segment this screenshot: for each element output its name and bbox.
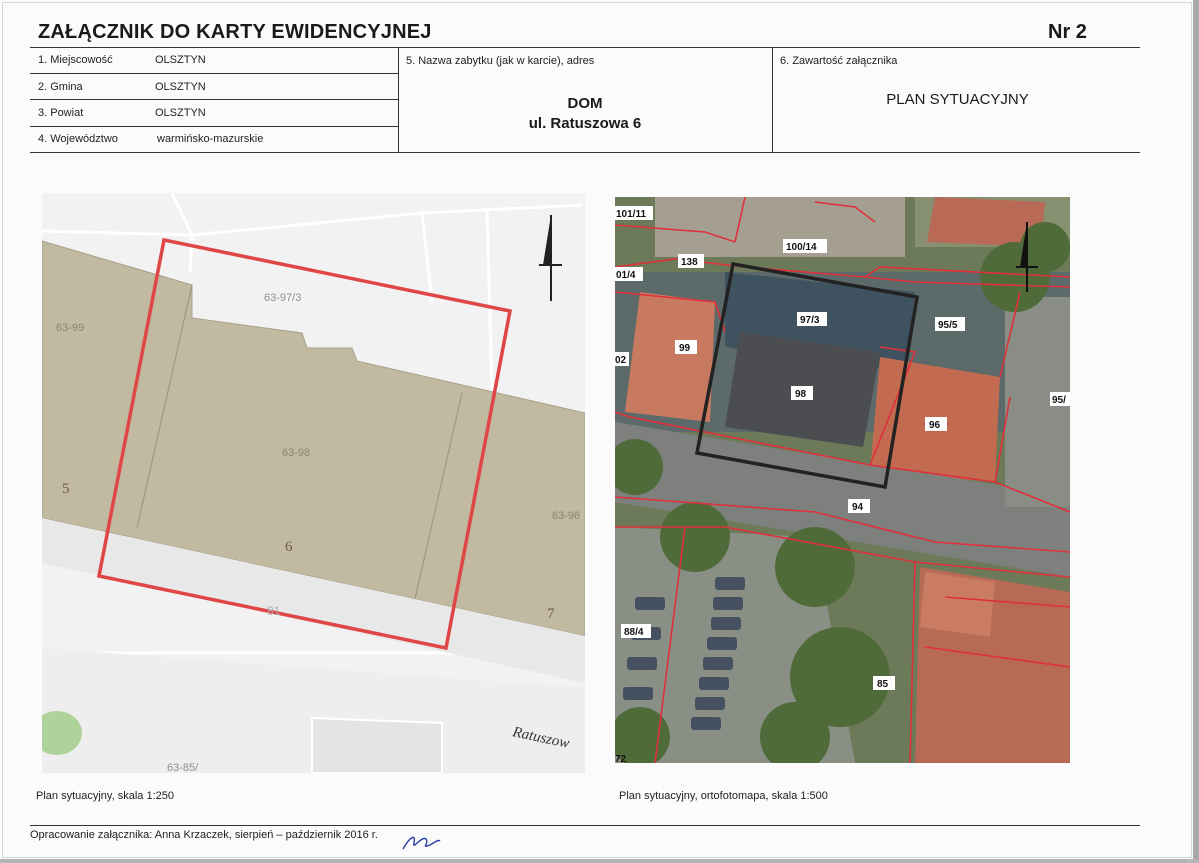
- table-top-line: [30, 47, 1140, 48]
- north-arrow-icon: [539, 215, 562, 301]
- house-number-7: 7: [547, 606, 555, 622]
- label-95-5: 95/5: [938, 320, 958, 331]
- parcel-label-63-99: 63-99: [56, 322, 84, 334]
- label-96: 96: [929, 420, 941, 431]
- monument-address: ul. Ratuszowa 6: [528, 115, 642, 132]
- label-85: 85: [877, 679, 889, 690]
- field-label-powiat: 3. Powiat: [38, 107, 84, 119]
- orthophoto-caption: Plan sytuacyjny, ortofotomapa, skala 1:5…: [619, 790, 828, 802]
- site-plan-map: 63-97/3 63-99 63-98 63-96 5 6 7 81 63-85…: [42, 193, 585, 773]
- row-divider-1: [30, 73, 398, 74]
- column-divider-2: [772, 47, 773, 153]
- house-number-5: 5: [62, 481, 70, 497]
- prepared-by: Opracowanie załącznika: Anna Krzaczek, s…: [30, 829, 378, 841]
- row-divider-2: [30, 99, 398, 100]
- document-title: ZAŁĄCZNIK DO KARTY EWIDENCYJNEJ: [38, 21, 432, 43]
- footer-line: [30, 825, 1140, 826]
- monument-label: 5. Nazwa zabytku (jak w karcie), adres: [406, 55, 595, 67]
- row-divider-3: [30, 126, 398, 127]
- label-100-14: 100/14: [786, 242, 817, 253]
- field-value-powiat: OLSZTYN: [155, 107, 206, 119]
- parcel-label-63-96: 63-96: [552, 510, 580, 522]
- attachment-number: Nr 2: [1048, 21, 1087, 43]
- parcel-label-63-98: 63-98: [282, 447, 310, 459]
- label-72: 72: [615, 754, 627, 763]
- parcel-label-63-97-3: 63-97/3: [264, 292, 301, 304]
- label-02: 02: [615, 355, 627, 366]
- signature-icon: [402, 836, 441, 850]
- label-138: 138: [681, 257, 698, 268]
- attachment-content: PLAN SYTUACYJNY: [886, 91, 1029, 108]
- label-98: 98: [795, 389, 807, 400]
- field-value-wojewodztwo: warmińsko-mazurskie: [157, 133, 264, 145]
- parcel-label-63-85: 63-85/: [167, 762, 199, 773]
- field-label-miejscowosc: 1. Miejscowość: [38, 54, 113, 66]
- site-plan-svg: 63-97/3 63-99 63-98 63-96 5 6 7 81 63-85…: [42, 193, 585, 773]
- parcel-label-81: 81: [267, 604, 281, 618]
- field-label-gmina: 2. Gmina: [38, 81, 83, 93]
- orthophoto-map: 101/11 01/4 100/14 138 97/3 95/5 99 02 9…: [615, 197, 1070, 763]
- site-plan-caption: Plan sytuacyjny, skala 1:250: [36, 790, 174, 802]
- field-label-wojewodztwo: 4. Województwo: [38, 133, 118, 145]
- page-edge: [1193, 0, 1199, 863]
- roof-99: [625, 292, 715, 422]
- label-95: 95/: [1052, 395, 1066, 406]
- page-edge-bottom: [0, 859, 1199, 863]
- label-99: 99: [679, 343, 691, 354]
- field-value-gmina: OLSZTYN: [155, 81, 206, 93]
- monument-name: DOM: [567, 95, 603, 112]
- table-bottom-line: [30, 152, 1140, 153]
- attachment-content-label: 6. Zawartość załącznika: [780, 55, 898, 67]
- label-101-4: 01/4: [616, 270, 636, 281]
- label-97-3: 97/3: [800, 315, 820, 326]
- label-101-11: 101/11: [616, 209, 646, 220]
- label-94: 94: [852, 502, 864, 513]
- orthophoto-svg: 101/11 01/4 100/14 138 97/3 95/5 99 02 9…: [615, 197, 1070, 763]
- field-value-miejscowosc: OLSZTYN: [155, 54, 206, 66]
- label-88-4: 88/4: [624, 627, 644, 638]
- house-number-6: 6: [285, 539, 293, 555]
